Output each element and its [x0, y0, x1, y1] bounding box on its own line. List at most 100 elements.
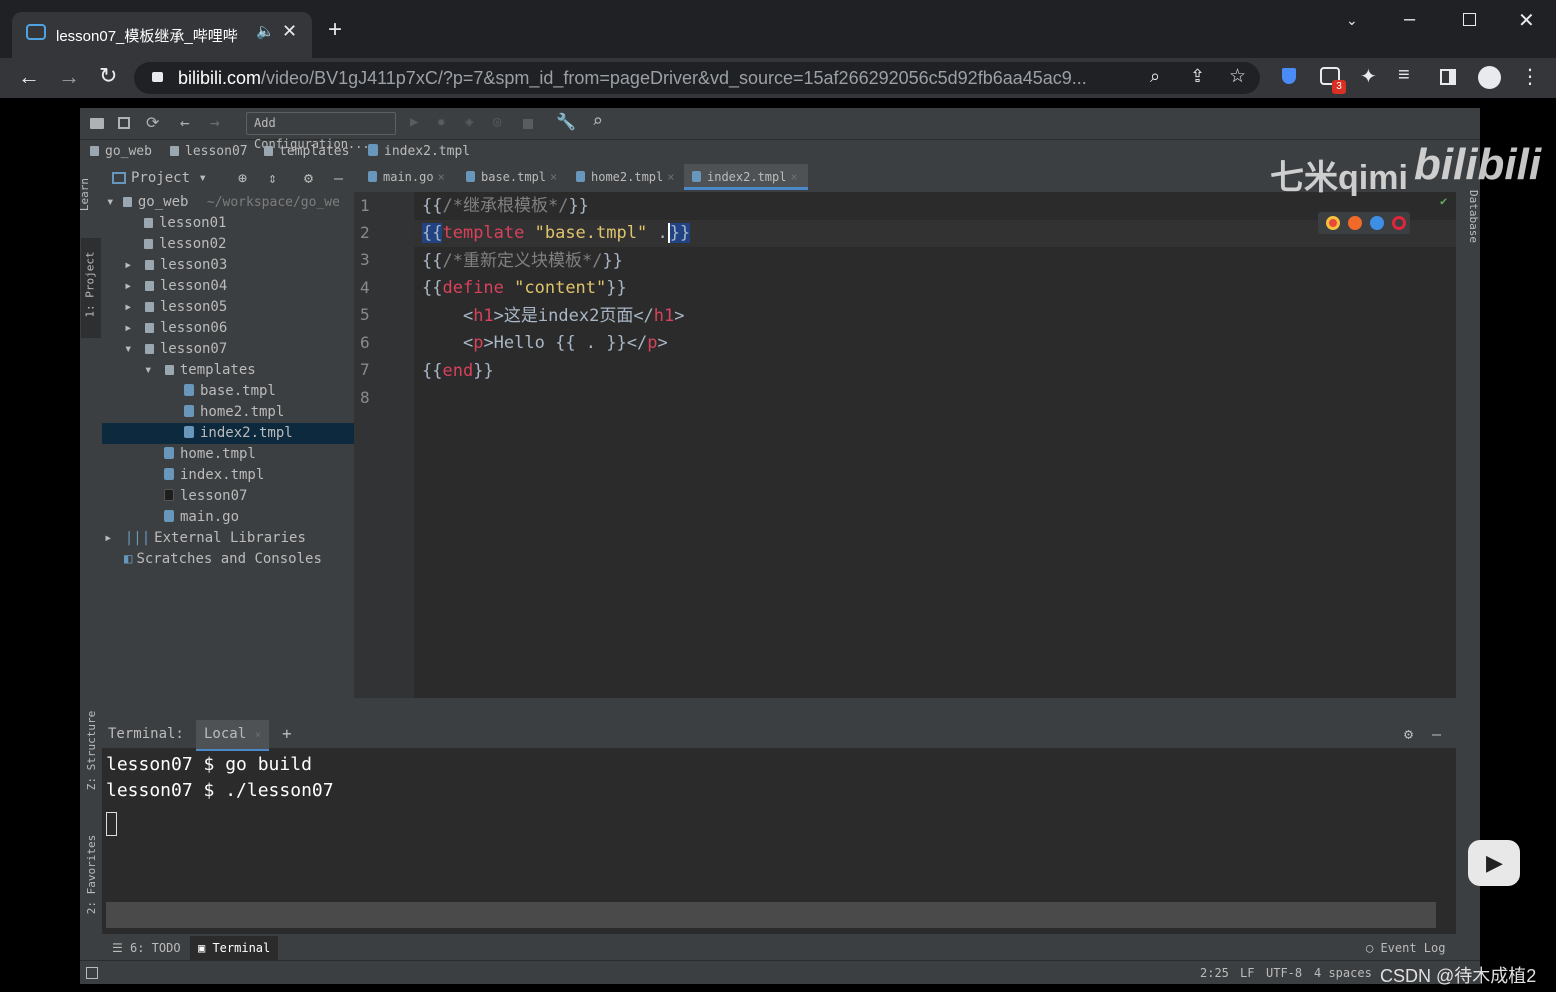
- close-tab-icon[interactable]: ✕: [282, 21, 297, 42]
- maximize-icon[interactable]: [1463, 13, 1476, 26]
- minimize-icon[interactable]: –: [1404, 8, 1415, 31]
- tab-index2-tmpl[interactable]: index2.tmpl ×: [684, 164, 808, 190]
- tree-item-lesson07-binary[interactable]: lesson07: [164, 486, 247, 507]
- structure-tool-tab[interactable]: Z: Structure: [82, 704, 100, 800]
- run-icon[interactable]: ▶: [410, 114, 418, 130]
- file-encoding[interactable]: UTF-8: [1266, 961, 1302, 985]
- breadcrumb-index2[interactable]: index2.tmpl: [368, 140, 470, 164]
- terminal-tool-tab[interactable]: ▣ Terminal: [190, 936, 279, 960]
- extension-shield-icon[interactable]: [1282, 68, 1296, 84]
- tree-item-scratches[interactable]: ◧ Scratches and Consoles: [124, 549, 322, 570]
- tree-item-main-go[interactable]: main.go: [164, 507, 239, 528]
- add-configuration-button[interactable]: Add Configuration...: [246, 112, 396, 151]
- profile-run-icon[interactable]: ◎: [493, 114, 501, 130]
- tree-item-base-tmpl[interactable]: base.tmpl: [184, 381, 276, 402]
- terminal-hide-icon[interactable]: –: [1432, 720, 1441, 748]
- todo-tool-tab[interactable]: ☰ 6: TODO: [112, 936, 181, 960]
- menu-icon[interactable]: ⋮: [1520, 64, 1540, 89]
- tab-search-icon[interactable]: ⌄: [1346, 12, 1358, 29]
- close-window-icon[interactable]: ✕: [1518, 8, 1535, 33]
- sync-icon[interactable]: ⟳: [146, 113, 159, 132]
- database-tool-tab[interactable]: Database: [1459, 186, 1480, 250]
- layout-toggle-icon[interactable]: [86, 967, 98, 979]
- code-token: .: [657, 223, 668, 243]
- tree-item-go-web[interactable]: ▾ go_web ~/workspace/go_we: [106, 192, 340, 213]
- learn-tool-tab[interactable]: Learn: [78, 172, 100, 224]
- share-icon[interactable]: ⇪: [1190, 66, 1205, 87]
- puzzle-icon[interactable]: ✦: [1360, 64, 1377, 89]
- event-log-tool-tab[interactable]: ◯ Event Log: [1366, 936, 1445, 960]
- new-tab-icon[interactable]: +: [328, 16, 342, 44]
- tree-item-index-tmpl[interactable]: index.tmpl: [164, 465, 264, 486]
- close-tab-icon[interactable]: ×: [790, 170, 797, 184]
- firefox-preview-icon[interactable]: [1348, 216, 1362, 230]
- address-bar[interactable]: bilibili.com/video/BV1gJ411p7xC/?p=7&spm…: [134, 62, 1260, 94]
- bookmark-star-icon[interactable]: ☆: [1229, 65, 1246, 88]
- wrench-icon[interactable]: 🔧: [556, 112, 576, 131]
- tree-item-lesson07[interactable]: ▾ lesson07: [124, 339, 227, 360]
- indent-setting[interactable]: 4 spaces: [1314, 961, 1372, 985]
- caret-position[interactable]: 2:25: [1200, 961, 1229, 985]
- zoom-icon[interactable]: ⌕: [1150, 66, 1160, 87]
- tree-item-lesson01[interactable]: lesson01: [144, 213, 226, 234]
- code-token: {{: [422, 251, 443, 271]
- tree-item-external-libraries[interactable]: ▸ ||| External Libraries: [104, 528, 306, 549]
- terminal-cursor[interactable]: [106, 812, 117, 836]
- save-icon[interactable]: [118, 117, 130, 129]
- opera-preview-icon[interactable]: [1392, 216, 1406, 230]
- media-icon[interactable]: ≡: [1398, 64, 1410, 87]
- line-separator[interactable]: LF: [1240, 961, 1254, 985]
- tab-base-tmpl[interactable]: base.tmpl ×: [458, 164, 557, 190]
- forward-nav-icon[interactable]: →: [210, 113, 220, 132]
- terminal-tab-local[interactable]: Local ×: [196, 720, 270, 751]
- breadcrumb-lesson07[interactable]: lesson07: [170, 140, 248, 164]
- close-tab-icon[interactable]: ×: [550, 170, 557, 184]
- tree-item-lesson03[interactable]: ▸ lesson03: [124, 255, 227, 276]
- tab-main-go[interactable]: main.go ×: [360, 164, 445, 190]
- debug-icon[interactable]: ✹: [437, 114, 445, 130]
- audio-icon[interactable]: 🔈: [256, 22, 275, 40]
- tab-home2-tmpl[interactable]: home2.tmpl ×: [568, 164, 674, 190]
- coverage-icon[interactable]: ◈: [465, 114, 473, 130]
- project-tool-tab[interactable]: 1: Project: [81, 238, 101, 338]
- close-tab-icon[interactable]: ×: [667, 170, 674, 184]
- profile-icon[interactable]: [1478, 66, 1501, 89]
- reload-icon[interactable]: ↻: [99, 63, 117, 89]
- tree-item-lesson04[interactable]: ▸ lesson04: [124, 276, 227, 297]
- code-editor[interactable]: {{/*继承根模板*/}} {{template "base.tmpl" .}}…: [414, 192, 1456, 698]
- close-tab-icon[interactable]: ×: [438, 170, 445, 184]
- side-panel-icon[interactable]: [1440, 69, 1456, 85]
- tree-item-home2-tmpl[interactable]: home2.tmpl: [184, 402, 284, 423]
- open-folder-icon[interactable]: [90, 118, 104, 129]
- ide-toolbar: ⟳ ← → Add Configuration... ▶ ✹ ◈ ◎ 🔧 ⌕: [80, 108, 1480, 151]
- safari-preview-icon[interactable]: [1370, 216, 1384, 230]
- browser-tab[interactable]: lesson07_模板继承_哔哩哔 🔈 ✕: [12, 12, 312, 58]
- tv-icon[interactable]: ▶: [1468, 840, 1520, 886]
- tree-item-templates[interactable]: ▾ templates: [144, 360, 256, 381]
- settings-gear-icon[interactable]: ⚙: [304, 164, 313, 192]
- hide-panel-icon[interactable]: –: [334, 164, 343, 192]
- tab-label: home2.tmpl: [591, 170, 664, 184]
- favorites-tool-tab[interactable]: 2: Favorites: [82, 824, 100, 928]
- tree-item-lesson02[interactable]: lesson02: [144, 234, 226, 255]
- code-token: }}: [473, 361, 494, 381]
- terminal-scrollbar[interactable]: [106, 902, 1436, 928]
- forward-icon[interactable]: →: [58, 64, 80, 90]
- collapse-icon[interactable]: ⇕: [268, 164, 277, 192]
- locate-icon[interactable]: ⊕: [238, 164, 247, 192]
- search-everywhere-icon[interactable]: ⌕: [592, 111, 603, 132]
- tree-item-lesson05[interactable]: ▸ lesson05: [124, 297, 227, 318]
- tree-item-lesson06[interactable]: ▸ lesson06: [124, 318, 227, 339]
- breadcrumb-templates[interactable]: templates: [264, 140, 349, 164]
- breadcrumb-go-web[interactable]: go_web: [90, 140, 152, 164]
- back-icon[interactable]: ←: [18, 64, 40, 90]
- tree-item-home-tmpl[interactable]: home.tmpl: [164, 444, 256, 465]
- tree-item-index2-tmpl[interactable]: index2.tmpl: [102, 423, 354, 444]
- project-view-selector[interactable]: Project ▾: [131, 164, 207, 192]
- new-terminal-icon[interactable]: +: [282, 720, 292, 748]
- back-nav-icon[interactable]: ←: [180, 113, 190, 132]
- stop-icon[interactable]: [523, 119, 533, 129]
- code-token: }}: [606, 278, 627, 298]
- terminal-settings-icon[interactable]: ⚙: [1404, 720, 1413, 748]
- chrome-preview-icon[interactable]: [1326, 216, 1340, 230]
